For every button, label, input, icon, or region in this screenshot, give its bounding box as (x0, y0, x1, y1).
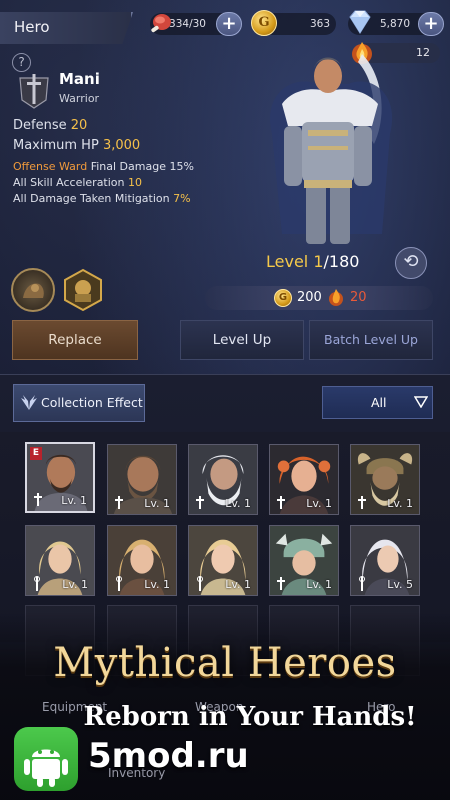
triangle-down-icon (414, 396, 428, 408)
skill-slot-1[interactable] (11, 268, 55, 312)
hero-card-level: Lv. 1 (61, 494, 87, 507)
hero-level: Level 1/180 (266, 252, 359, 271)
hero-card-level: Lv. 1 (144, 497, 170, 510)
skill-slot-2[interactable] (61, 268, 105, 312)
equipped-badge: E (30, 447, 42, 460)
page-title: Hero (0, 12, 133, 44)
stat-ward-text: Final Damage 15% (90, 160, 194, 173)
staff-class-icon (116, 576, 122, 591)
stat-offense-ward: Offense Ward Final Damage 15% (13, 160, 194, 173)
hero-card-level: Lv. 1 (144, 578, 170, 591)
stat-defense-value: 20 (70, 118, 88, 133)
stat-hp-value: 3,000 (102, 138, 141, 153)
staff-class-icon (197, 576, 203, 591)
stat-mitigation-label: All Damage Taken Mitigation (13, 192, 170, 205)
stat-skill-acceleration: All Skill Acceleration 10 (13, 176, 142, 189)
help-icon[interactable]: ? (12, 53, 31, 72)
wings-icon (21, 395, 37, 410)
hero-card[interactable]: Lv. 5 (350, 525, 420, 596)
staff-class-icon (34, 576, 40, 591)
gold-cost-value: 200 (297, 290, 322, 305)
hero-card-level: Lv. 1 (306, 497, 332, 510)
hero-portrait (270, 54, 393, 244)
staff-class-icon (359, 576, 365, 591)
level-label: Level (266, 252, 309, 271)
hero-card-level: Lv. 5 (387, 578, 413, 591)
rotate-view-button[interactable]: ⟲ (395, 247, 427, 279)
sword-class-icon (277, 496, 285, 509)
hero-card[interactable]: Lv. 1 (188, 525, 258, 596)
hero-class: Warrior (59, 92, 100, 105)
gold-cost-icon: G (274, 289, 292, 307)
hero-card[interactable]: Lv. 1 (188, 444, 258, 515)
hero-card-level: Lv. 1 (387, 497, 413, 510)
hero-card-level: Lv. 1 (306, 578, 332, 591)
sword-class-icon (196, 496, 204, 509)
stat-mitigation-value: 7% (173, 192, 191, 205)
hero-card[interactable]: E Lv. 1 (25, 442, 95, 513)
watermark-text: 5mod.ru (88, 736, 249, 776)
fire-cost-icon (329, 289, 343, 306)
add-meat-button[interactable]: + (216, 12, 242, 36)
add-gems-button[interactable]: + (418, 12, 444, 36)
sword-class-icon (115, 496, 123, 509)
level-up-button[interactable]: Level Up (180, 320, 304, 360)
fire-cost-value: 20 (350, 290, 367, 305)
hero-card[interactable]: Lv. 1 (107, 525, 177, 596)
hero-card-level: Lv. 1 (225, 497, 251, 510)
sword-class-icon (34, 493, 42, 506)
replace-button[interactable]: Replace (12, 320, 138, 360)
rotate-icon: ⟲ (403, 251, 419, 272)
stat-defense: Defense 20 (13, 118, 87, 133)
stat-accel-label: All Skill Acceleration (13, 176, 125, 189)
level-max: /180 (323, 252, 360, 271)
hero-card[interactable]: Lv. 1 (269, 525, 339, 596)
stat-max-hp: Maximum HP 3,000 (13, 138, 140, 153)
stat-damage-mitigation: All Damage Taken Mitigation 7% (13, 192, 191, 205)
gold-icon: G (251, 10, 277, 36)
batch-level-up-button[interactable]: Batch Level Up (309, 320, 433, 360)
sword-class-icon (358, 496, 366, 509)
android-icon (14, 727, 78, 791)
hero-card[interactable]: Lv. 1 (269, 444, 339, 515)
stat-defense-label: Defense (13, 118, 67, 133)
hero-card-level: Lv. 1 (62, 578, 88, 591)
warrior-class-icon (19, 74, 49, 109)
hero-card[interactable]: Lv. 1 (350, 444, 420, 515)
banner-title: Mythical Heroes (53, 640, 397, 686)
hero-card-level: Lv. 1 (225, 578, 251, 591)
meat-icon (151, 14, 171, 33)
stat-accel-value: 10 (128, 176, 143, 189)
stat-hp-label: Maximum HP (13, 138, 99, 153)
hero-card[interactable]: Lv. 1 (25, 525, 95, 596)
sword-class-icon (277, 577, 285, 590)
beast-skill-icon (23, 283, 44, 298)
hero-card[interactable]: Lv. 1 (107, 444, 177, 515)
diamond-icon (349, 10, 371, 34)
stat-ward-label: Offense Ward (13, 160, 88, 173)
level-current: 1 (313, 252, 324, 271)
hero-name: Mani (59, 70, 100, 88)
